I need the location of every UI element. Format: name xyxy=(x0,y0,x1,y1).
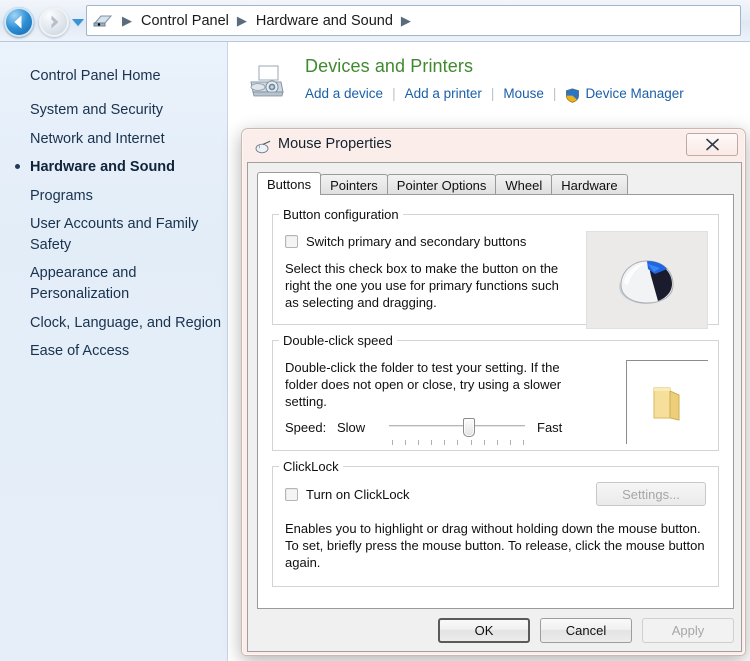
tab-pointers[interactable]: Pointers xyxy=(320,174,388,195)
checkbox-box-icon[interactable] xyxy=(285,235,298,248)
tab-label: Buttons xyxy=(267,176,312,192)
link-device-manager[interactable]: Device Manager xyxy=(585,86,683,101)
group-legend: ClickLock xyxy=(283,459,339,474)
ok-button[interactable]: OK xyxy=(438,617,530,643)
tab-label: Hardware xyxy=(561,177,618,193)
mouse-preview-icon xyxy=(586,231,708,329)
sidebar: Control Panel Home System and Security N… xyxy=(0,42,228,661)
sidebar-item-user-accounts-and-family-safety[interactable]: User Accounts and Family Safety xyxy=(30,214,225,255)
sidebar-item-control-panel-home[interactable]: Control Panel Home xyxy=(30,68,161,84)
breadcrumb-item-control-panel[interactable]: Control Panel xyxy=(139,12,231,30)
group-legend: Button configuration xyxy=(283,207,399,222)
checkbox-box-icon[interactable] xyxy=(285,488,298,501)
current-item-bullet-icon xyxy=(15,164,20,170)
double-click-speed-slider-row: Speed: Slow Fast xyxy=(285,412,575,445)
button-configuration-description: Select this check box to make the button… xyxy=(285,261,559,311)
tab-label: Wheel xyxy=(505,177,543,193)
dialog-body: Buttons Pointers Pointer Options Wheel H… xyxy=(247,162,742,652)
computer-icon xyxy=(92,12,114,30)
mouse-icon xyxy=(254,140,272,154)
sidebar-item-programs[interactable]: Programs xyxy=(30,186,225,207)
printer-and-camera-icon xyxy=(245,62,289,102)
tab-hardware[interactable]: Hardware xyxy=(551,174,628,195)
devices-and-printers-section: Devices and Printers Add a device | Add … xyxy=(245,56,745,112)
checkbox-switch-primary-secondary[interactable]: Switch primary and secondary buttons xyxy=(285,234,526,249)
tab-buttons[interactable]: Buttons xyxy=(257,172,322,195)
slider-ticks xyxy=(392,440,524,446)
sidebar-item-label: Network and Internet xyxy=(30,130,165,147)
link-separator: | xyxy=(552,85,557,101)
recent-pages-chevron-icon[interactable] xyxy=(72,19,84,26)
tab-label: Pointers xyxy=(330,177,378,193)
sidebar-item-label: User Accounts and Family Safety xyxy=(30,216,199,253)
navigation-buttons xyxy=(4,5,84,39)
breadcrumb-item-hardware-and-sound[interactable]: Hardware and Sound xyxy=(254,12,395,30)
close-icon[interactable] xyxy=(686,133,738,156)
sidebar-item-label: Hardware and Sound xyxy=(30,159,176,176)
group-double-click-speed: Double-click speed Double-click the fold… xyxy=(272,333,719,451)
sidebar-item-ease-of-access[interactable]: Ease of Access xyxy=(30,341,225,362)
sidebar-item-network-and-internet[interactable]: Network and Internet xyxy=(30,129,225,150)
group-clicklock: ClickLock Turn on ClickLock Settings... … xyxy=(272,459,719,587)
checkbox-label: Switch primary and secondary buttons xyxy=(306,234,527,249)
link-separator: | xyxy=(490,85,495,101)
address-bar: ▶ Control Panel ▶ Hardware and Sound ▶ xyxy=(0,0,750,42)
group-button-configuration: Button configuration Switch primary and … xyxy=(272,207,719,329)
checkbox-label: Turn on ClickLock xyxy=(306,487,410,502)
breadcrumb-separator-2[interactable]: ▶ xyxy=(395,13,418,29)
control-panel-window: ▶ Control Panel ▶ Hardware and Sound ▶ C… xyxy=(0,0,750,661)
tab-pointer-options[interactable]: Pointer Options xyxy=(386,174,497,195)
sidebar-category-list: System and Security Network and Internet… xyxy=(15,100,225,370)
slow-label: Slow xyxy=(337,419,366,435)
sidebar-item-label: System and Security xyxy=(30,102,163,118)
link-separator: | xyxy=(392,85,396,101)
sidebar-item-label: Ease of Access xyxy=(30,343,130,360)
sidebar-item-label: Appearance and Personalization xyxy=(30,265,137,303)
mouse-properties-dialog: Mouse Properties Buttons Pointers Pointe… xyxy=(241,128,746,656)
checkbox-turn-on-clicklock[interactable]: Turn on ClickLock xyxy=(285,487,410,502)
speed-label: Speed: xyxy=(285,419,327,435)
dialog-button-row: OK Cancel Apply xyxy=(257,615,734,645)
breadcrumb[interactable]: ▶ Control Panel ▶ Hardware and Sound ▶ xyxy=(86,5,741,36)
tab-panel-buttons: Button configuration Switch primary and … xyxy=(257,194,734,609)
apply-button: Apply xyxy=(642,617,734,643)
section-task-links: Add a device | Add a printer | Mouse | D… xyxy=(305,83,684,103)
tab-wheel[interactable]: Wheel xyxy=(495,174,553,195)
fast-label: Fast xyxy=(537,419,563,435)
group-legend: Double-click speed xyxy=(283,333,393,348)
double-click-description: Double-click the folder to test your set… xyxy=(285,360,562,410)
breadcrumb-separator-1[interactable]: ▶ xyxy=(231,13,254,29)
sidebar-item-appearance-and-personalization[interactable]: Appearance and Personalization xyxy=(30,263,225,304)
dialog-title: Mouse Properties xyxy=(278,136,392,152)
breadcrumb-separator-0: ▶ xyxy=(122,12,132,28)
folder-icon[interactable] xyxy=(626,360,708,444)
dialog-title-bar[interactable]: Mouse Properties xyxy=(242,129,747,165)
link-add-a-printer[interactable]: Add a printer xyxy=(405,86,482,101)
sidebar-item-system-and-security[interactable]: System and Security xyxy=(30,100,225,121)
sidebar-item-hardware-and-sound[interactable]: Hardware and Sound xyxy=(15,157,225,178)
clicklock-description: Enables you to highlight or drag without… xyxy=(285,521,705,571)
sidebar-item-label: Clock, Language, and Region xyxy=(30,314,222,331)
tab-strip: Buttons Pointers Pointer Options Wheel H… xyxy=(257,172,628,195)
forward-arrow-icon xyxy=(39,7,69,37)
tab-label: Pointer Options xyxy=(396,177,487,193)
sidebar-item-label: Programs xyxy=(30,187,93,204)
slider-thumb[interactable] xyxy=(463,418,475,437)
back-arrow-icon[interactable] xyxy=(4,7,34,37)
sidebar-item-clock-language-and-region[interactable]: Clock, Language, and Region xyxy=(30,313,225,334)
cancel-button[interactable]: Cancel xyxy=(540,617,632,643)
double-click-speed-slider[interactable] xyxy=(389,414,525,445)
link-mouse[interactable]: Mouse xyxy=(503,86,544,101)
page-title: Devices and Printers xyxy=(305,56,474,76)
uac-shield-icon xyxy=(565,87,580,103)
slider-track[interactable] xyxy=(389,425,525,428)
link-add-a-device[interactable]: Add a device xyxy=(305,86,383,101)
clicklock-settings-button: Settings... xyxy=(596,482,706,506)
